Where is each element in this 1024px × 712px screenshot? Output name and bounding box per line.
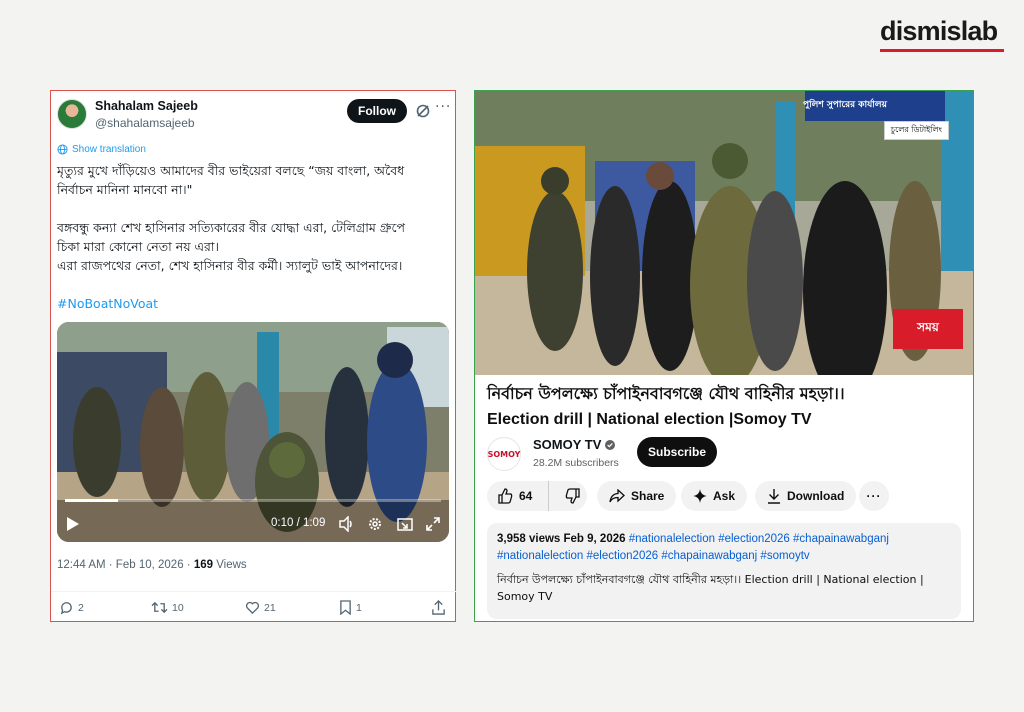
- tweet-actions: 2 10 21 1: [51, 591, 457, 623]
- like-button[interactable]: 21: [245, 600, 276, 615]
- video-title-bangla: নির্বাচন উপলক্ষ্যে চাঁপাইনবাবগঞ্জে যৌথ ব…: [487, 384, 845, 403]
- fullscreen-icon[interactable]: [425, 516, 441, 532]
- reply-count: 2: [78, 601, 84, 614]
- author-handle[interactable]: @shahalamsajeeb: [95, 116, 195, 130]
- video-controls: 0:10 / 1:09: [57, 504, 449, 542]
- sparkle-icon: [693, 489, 707, 503]
- globe-icon: [57, 144, 68, 155]
- reply-icon: [60, 602, 72, 615]
- share-icon: [432, 600, 445, 615]
- tweet-text: মৃত্যুর মুখে দাঁড়িয়েও আমাদের বীর ভাইয়…: [57, 161, 451, 313]
- ask-button[interactable]: Ask: [681, 481, 748, 511]
- tweet-line-5: এরা রাজপথের নেতা, শেখ হাসিনার বীর কর্মী।…: [57, 258, 403, 273]
- share-button[interactable]: Share: [597, 481, 677, 511]
- tweet-video[interactable]: 0:10 / 1:09: [57, 322, 449, 542]
- channel-name[interactable]: SOMOY TV: [533, 437, 616, 452]
- bookmark-count: 1: [356, 601, 362, 614]
- dismislab-logo: dismislab: [880, 16, 998, 46]
- settings-icon[interactable]: [367, 516, 383, 532]
- verified-icon: [605, 439, 616, 450]
- like-dislike-group: 64: [487, 481, 587, 511]
- hashtags-line-1[interactable]: #nationalelection #election2026 #chapain…: [629, 533, 889, 545]
- heart-icon: [246, 601, 259, 615]
- dislike-button[interactable]: [555, 481, 581, 511]
- channel-avatar[interactable]: SOMOY: [487, 437, 521, 471]
- author-name[interactable]: Shahalam Sajeeb: [95, 99, 198, 113]
- ask-label: Ask: [713, 489, 736, 503]
- somoy-watermark: সময়: [893, 309, 963, 349]
- tweet-line-3: বঙ্গবন্ধু কন্যা শেখ হাসিনার সত্যিকারের ব…: [57, 220, 406, 235]
- description-line-2: Somoy TV: [497, 590, 553, 603]
- show-translation-label: Show translation: [72, 144, 146, 155]
- office-sign: পুলিশ সুপারের কার্যালয়: [803, 100, 887, 110]
- repost-button[interactable]: 10: [151, 600, 184, 615]
- more-dots-icon: ···: [866, 489, 882, 503]
- description-line-1: নির্বাচন উপলক্ষ্যে চাঁপাইনবাবগঞ্জে যৌথ ব…: [497, 573, 924, 586]
- tweet-hashtag[interactable]: #NoBoatNoVoat: [57, 294, 451, 313]
- more-options-icon[interactable]: ···: [435, 99, 451, 115]
- tweet-timestamp[interactable]: 12:44 AM · Feb 10, 2026 ·: [57, 559, 194, 571]
- tweet-meta: 12:44 AM · Feb 10, 2026 · 169 Views: [57, 559, 247, 571]
- download-button[interactable]: Download: [755, 481, 857, 511]
- channel-name-label: SOMOY TV: [533, 437, 602, 452]
- download-label: Download: [787, 489, 845, 503]
- volume-icon[interactable]: [339, 516, 355, 532]
- download-icon: [768, 489, 780, 504]
- video-title: নির্বাচন উপলক্ষ্যে চাঁপাইনবাবগঞ্জে যৌথ ব…: [487, 381, 967, 433]
- show-translation-link[interactable]: Show translation: [57, 144, 146, 155]
- pip-icon[interactable]: [397, 516, 413, 532]
- tweet-views-label: Views: [213, 559, 247, 571]
- video-description[interactable]: 3,958 views Feb 9, 2026 #nationalelectio…: [487, 523, 961, 619]
- repost-count: 10: [172, 601, 184, 614]
- bookmark-icon: [340, 600, 351, 615]
- follow-button[interactable]: Follow: [347, 99, 407, 123]
- share-arrow-icon: [609, 489, 625, 503]
- youtube-card: পুলিশ সুপারের কার্যালয় চুলের ডিটাইলিং স…: [474, 90, 974, 622]
- video-title-english: Election drill | National election |Somo…: [487, 411, 812, 428]
- video-progress-bar[interactable]: [65, 499, 441, 502]
- video-overlay-caption: চুলের ডিটাইলিং: [883, 121, 949, 140]
- tweet-line-4: চিকা মারা কোনো নেতা নয় এরা।: [57, 239, 220, 254]
- tweet-line-1: মৃত্যুর মুখে দাঁড়িয়েও আমাদের বীর ভাইয়…: [57, 163, 405, 178]
- video-player[interactable]: পুলিশ সুপারের কার্যালয় চুলের ডিটাইলিং স…: [475, 91, 973, 375]
- video-time: 0:10 / 1:09: [271, 517, 326, 529]
- tweet-line-2: নির্বাচন মানিনা মানবো না।": [57, 182, 193, 197]
- share-label: Share: [631, 489, 665, 503]
- play-icon[interactable]: [67, 517, 79, 531]
- share-button[interactable]: [431, 600, 446, 615]
- thumbs-down-icon: [565, 488, 580, 504]
- bookmark-button[interactable]: 1: [339, 600, 362, 615]
- tweet-view-count: 169: [193, 559, 213, 571]
- like-count: 64: [519, 489, 533, 503]
- avatar[interactable]: [57, 99, 87, 129]
- tweet-card: Shahalam Sajeeb @shahalamsajeeb Follow ·…: [50, 90, 457, 623]
- like-count: 21: [264, 601, 276, 614]
- subscribe-button[interactable]: Subscribe: [637, 437, 717, 467]
- like-button[interactable]: 64: [487, 481, 549, 511]
- more-actions-button[interactable]: ···: [859, 481, 889, 511]
- views-date: 3,958 views Feb 9, 2026: [497, 533, 629, 545]
- grok-icon[interactable]: [415, 103, 431, 119]
- thumbs-up-icon: [498, 488, 513, 504]
- hashtags-line-2[interactable]: #nationalelection #election2026 #chapain…: [497, 548, 951, 565]
- repost-icon: [151, 601, 168, 614]
- reply-button[interactable]: 2: [59, 600, 84, 615]
- subscriber-count: 28.2M subscribers: [533, 457, 619, 469]
- logo-underline: [880, 49, 1004, 52]
